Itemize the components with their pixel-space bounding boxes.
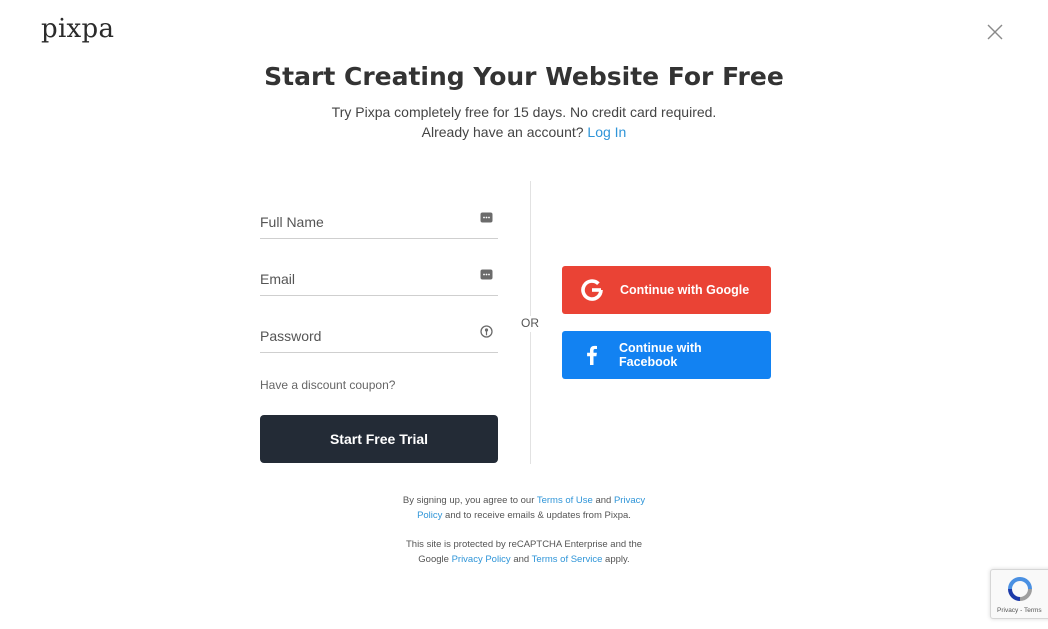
start-free-trial-button[interactable]: Start Free Trial: [260, 415, 498, 463]
recaptcha-footer-text[interactable]: Privacy - Terms: [997, 607, 1042, 614]
start-free-trial-label: Start Free Trial: [329, 431, 429, 447]
facebook-button-label: Continue with Facebook: [619, 341, 739, 369]
recaptcha-notice-suffix: apply.: [605, 554, 630, 565]
pixpa-logo[interactable]: pixpa: [41, 14, 114, 44]
terms-notice-and: and: [595, 495, 612, 506]
full-name-input[interactable]: [260, 211, 470, 233]
email-input[interactable]: [260, 268, 470, 290]
facebook-icon: [587, 345, 597, 365]
close-button[interactable]: [985, 22, 1005, 42]
google-terms-of-service-link[interactable]: Terms of Service: [532, 554, 603, 565]
privacy-policy-link[interactable]: Privacy: [614, 495, 645, 506]
privacy-policy-link-cont[interactable]: Policy: [417, 510, 442, 521]
facebook-label-line2: Facebook: [619, 355, 678, 369]
recaptcha-notice-google: Google: [418, 554, 449, 565]
close-icon: [987, 24, 1003, 40]
page-title: Start Creating Your Website For Free: [264, 62, 784, 91]
google-icon: [581, 279, 603, 301]
terms-of-use-link[interactable]: Terms of Use: [537, 495, 593, 506]
continue-with-google-button[interactable]: Continue with Google: [562, 266, 771, 314]
page-subtitle: Try Pixpa completely free for 15 days. N…: [331, 104, 717, 120]
recaptcha-notice-line1: This site is protected by reCAPTCHA Ente…: [405, 539, 643, 550]
login-prompt: Already have an account? Log In: [0, 124, 1048, 140]
recaptcha-badge[interactable]: Privacy - Terms: [990, 569, 1048, 619]
autofill-icon[interactable]: [480, 211, 493, 224]
password-field: [260, 319, 498, 353]
login-link[interactable]: Log In: [587, 124, 626, 140]
terms-notice-prefix: By signing up, you agree to our: [402, 495, 535, 506]
key-icon[interactable]: [480, 325, 493, 338]
terms-notice-suffix: and to receive emails & updates from Pix…: [445, 510, 631, 521]
recaptcha-notice-and: and: [513, 554, 530, 565]
email-field: [260, 262, 498, 296]
discount-coupon-link[interactable]: Have a discount coupon?: [260, 378, 395, 392]
facebook-label-line1: Continue with: [619, 341, 702, 355]
google-privacy-policy-link[interactable]: Privacy Policy: [452, 554, 511, 565]
or-label: OR: [519, 316, 541, 332]
recaptcha-icon: [1008, 577, 1032, 601]
password-input[interactable]: [260, 325, 470, 347]
autofill-icon[interactable]: [480, 268, 493, 281]
login-prompt-text: Already have an account?: [421, 124, 584, 140]
continue-with-facebook-button[interactable]: Continue with Facebook: [562, 331, 771, 379]
recaptcha-notice: This site is protected by reCAPTCHA Ente…: [0, 537, 1048, 567]
google-button-label: Continue with Google: [620, 283, 750, 297]
full-name-field: [260, 205, 498, 239]
terms-notice: By signing up, you agree to our Terms of…: [0, 493, 1048, 523]
